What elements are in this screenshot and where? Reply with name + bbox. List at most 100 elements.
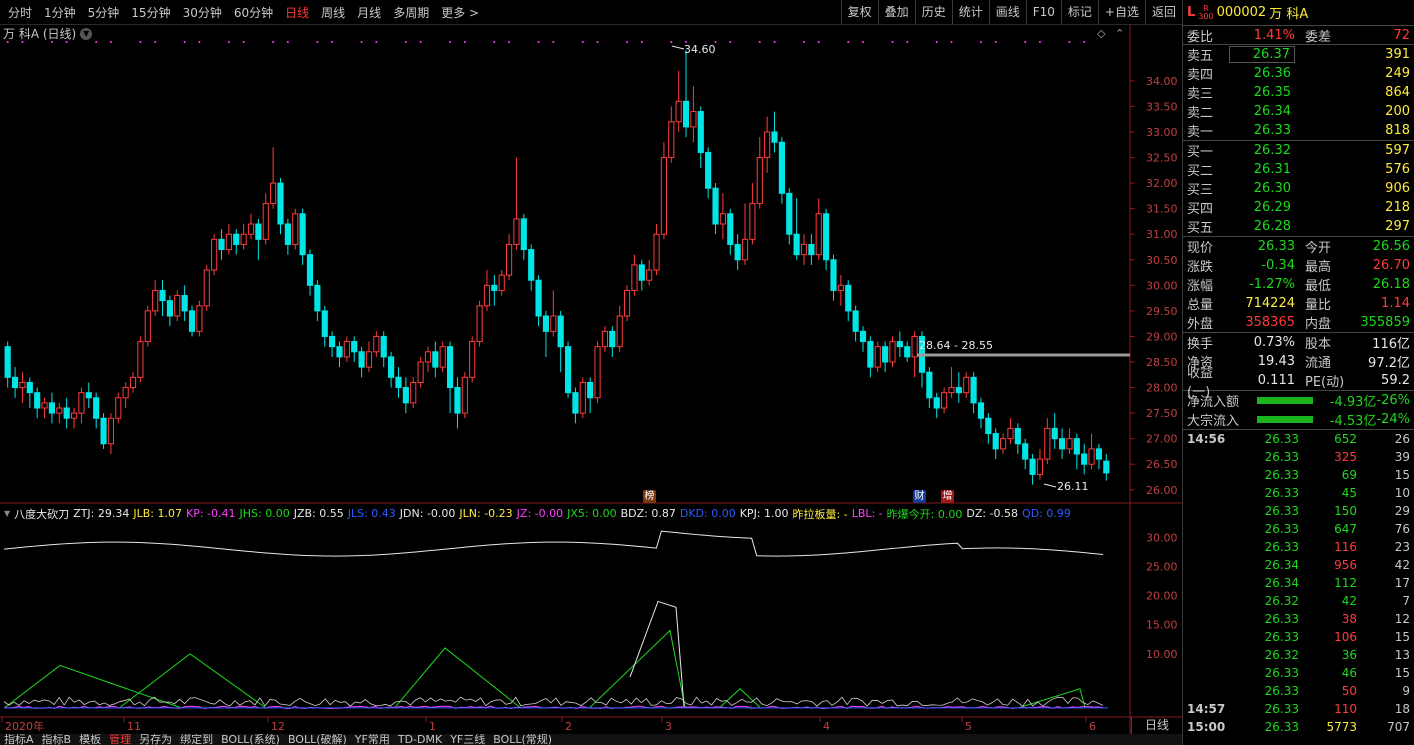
period-tab[interactable]: 60分钟 (228, 4, 279, 21)
action-button[interactable]: 统计 (951, 0, 989, 24)
tick-volume: 5773 (1326, 720, 1357, 734)
tick-row: 26.34 956 42 (1183, 556, 1414, 574)
candle-body (34, 392, 41, 409)
candle-body (4, 346, 11, 378)
chart-title: 万 科A (日线) ▼ (3, 25, 93, 42)
bottom-tab[interactable]: 绑定到 (176, 734, 217, 745)
event-marker[interactable]: 增 (941, 490, 954, 503)
bottom-tab[interactable]: 管理 (105, 734, 135, 745)
candle-body (550, 315, 557, 332)
period-tab[interactable]: 5分钟 (82, 4, 126, 21)
candle-body (152, 289, 159, 312)
bottom-tab[interactable]: TD-DMK (394, 734, 446, 745)
signal-dot (331, 41, 334, 43)
quote-label: 涨跌 (1187, 260, 1214, 275)
period-tab[interactable]: 1分钟 (38, 4, 82, 21)
order-row[interactable]: 买三 26.30 906 (1183, 179, 1414, 198)
signal-dot (581, 41, 584, 43)
order-price: 26.29 (1253, 200, 1291, 215)
candle-body (491, 284, 498, 291)
signal-dot (419, 41, 422, 43)
signal-dot (463, 41, 466, 43)
candle-body (284, 223, 291, 245)
period-tab[interactable]: 月线 (351, 4, 387, 21)
period-tab[interactable]: 30分钟 (177, 4, 228, 21)
action-button[interactable]: 标记 (1060, 0, 1098, 24)
order-label: 卖五 (1187, 49, 1214, 64)
kline-chart[interactable]: 34.00 33.50 33.00 32.50 32.00 31.50 31.00 30.50… (0, 0, 1182, 745)
event-marker[interactable]: 榜 (643, 490, 656, 503)
tick-count: 26 (1394, 432, 1410, 446)
indicator-line-bdz (629, 600, 685, 707)
action-button[interactable]: 历史 (914, 0, 952, 24)
signal-dot (375, 41, 378, 43)
indicator-value: JX5: 0.00 (567, 507, 617, 520)
order-row[interactable]: 买二 26.31 576 (1183, 160, 1414, 179)
order-row[interactable]: 卖三 26.35 864 (1183, 83, 1414, 102)
order-price: 26.37 (1229, 46, 1295, 63)
tick-volume: 112 (1334, 576, 1357, 590)
tick-count: 10 (1394, 486, 1410, 500)
order-row[interactable]: 卖二 26.34 200 (1183, 102, 1414, 121)
bottom-tab[interactable]: YF常用 (351, 734, 394, 745)
period-tab[interactable]: 15分钟 (125, 4, 176, 21)
tick-count: 15 (1394, 666, 1410, 680)
up-icon: ⌃ (1115, 27, 1124, 40)
quote-value: 355859 (1360, 315, 1410, 330)
period-tab[interactable]: 日线 (279, 4, 315, 21)
bottom-tab[interactable]: YF三线 (446, 734, 489, 745)
bottom-tab[interactable]: 指标B (38, 734, 76, 745)
period-tab[interactable]: 分时 (2, 4, 38, 21)
candle-body (469, 341, 476, 378)
signal-dot (891, 41, 894, 43)
candle-body (815, 213, 822, 256)
tick-price: 26.33 (1264, 702, 1299, 716)
signal-dot (242, 41, 245, 43)
action-button[interactable]: 画线 (988, 0, 1026, 24)
bottom-tab[interactable]: BOLL(系统) (217, 734, 284, 745)
action-button[interactable]: +自选 (1097, 0, 1145, 24)
action-button[interactable]: 复权 (840, 0, 878, 24)
action-button[interactable]: F10 (1025, 0, 1061, 24)
order-row[interactable]: 卖四 26.36 249 (1183, 64, 1414, 83)
period-label[interactable]: 日线 (1131, 717, 1182, 734)
signal-dot (493, 41, 496, 43)
indicator-value: JZB: 0.55 (293, 507, 344, 520)
order-row[interactable]: 卖一 26.33 818 (1183, 121, 1414, 140)
candle-body (129, 376, 137, 389)
flow-value: -4.93亿 (1329, 395, 1377, 410)
chevron-down-icon[interactable]: ▼ (80, 27, 93, 40)
order-row[interactable]: 卖五 26.37 391 (1183, 45, 1414, 64)
candle-body (439, 346, 446, 368)
tick-price: 26.33 (1264, 432, 1299, 446)
period-tab[interactable]: 更多 > (435, 4, 485, 21)
order-row[interactable]: 买五 26.28 297 (1183, 217, 1414, 236)
candle-body (564, 346, 572, 394)
flow-value: -4.53亿 (1329, 414, 1377, 429)
candle-body (675, 100, 682, 123)
action-button[interactable]: 返回 (1144, 0, 1182, 24)
bottom-tab[interactable]: 另存为 (135, 734, 176, 745)
candle-body (601, 330, 609, 348)
indicator-value: JLN: -0.23 (459, 507, 513, 520)
candle-body (1081, 453, 1088, 465)
action-button[interactable]: 叠加 (877, 0, 915, 24)
period-tab[interactable]: 周线 (315, 4, 351, 21)
weibi-label: 委比 (1187, 29, 1214, 45)
bottom-tab[interactable]: 模板 (75, 734, 105, 745)
bottom-tab[interactable]: BOLL(破解) (284, 734, 351, 745)
chevron-down-icon[interactable]: ▼ (4, 509, 10, 518)
fund-flows: 净流入额 -4.93亿 -26% 大宗流入 -4.53亿 -24% (1183, 391, 1414, 430)
period-tab[interactable]: 多周期 (387, 4, 435, 21)
tick-count: 17 (1394, 576, 1410, 590)
event-marker[interactable]: 财 (913, 490, 926, 503)
signal-dot (626, 41, 629, 43)
quote-label: 现价 (1187, 241, 1214, 256)
candle-body (402, 387, 409, 404)
order-row[interactable]: 买四 26.29 218 (1183, 198, 1414, 217)
candle-body (196, 305, 203, 332)
bottom-tab[interactable]: BOLL(常规) (489, 734, 556, 745)
bottom-tab[interactable]: 指标A (0, 734, 38, 745)
candle-body (904, 346, 911, 358)
order-row[interactable]: 买一 26.32 597 (1183, 141, 1414, 160)
